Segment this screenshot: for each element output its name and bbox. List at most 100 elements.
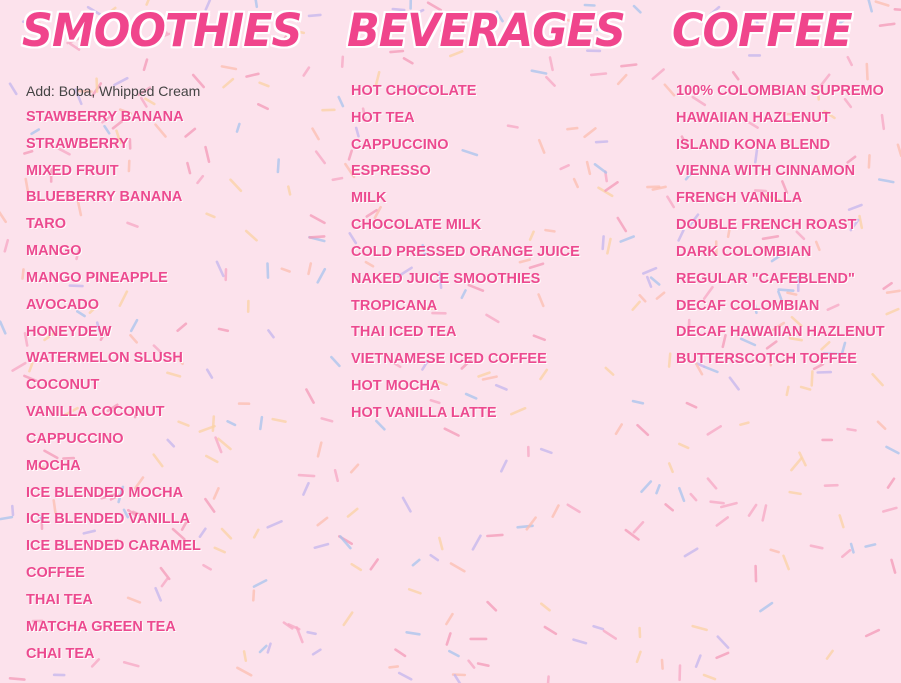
smoothie-item[interactable]: ICE BLENDED CARAMEL: [26, 536, 201, 563]
sprinkle: [256, 103, 270, 111]
smoothie-item[interactable]: THAI TEA: [26, 590, 201, 617]
sprinkle: [667, 352, 672, 368]
smoothie-item[interactable]: BLUEBERRY BANANA: [26, 187, 201, 214]
sprinkle: [397, 671, 413, 681]
coffee-item[interactable]: DARK COLOMBIAN: [676, 242, 885, 269]
smoothie-item[interactable]: STAWBERRY BANANA: [26, 107, 201, 134]
sprinkle: [715, 516, 730, 527]
sprinkle: [401, 496, 412, 513]
sprinkle: [731, 71, 740, 81]
smoothie-item[interactable]: COFFEE: [26, 563, 201, 590]
sprinkle: [685, 401, 698, 409]
sprinkle: [616, 73, 628, 86]
sprinkle: [212, 486, 220, 500]
sprinkle: [677, 442, 690, 450]
sprinkle: [340, 55, 345, 68]
sprinkle: [346, 507, 359, 518]
sprinkle: [235, 122, 241, 133]
smoothie-item[interactable]: VANILLA COCONUT: [26, 402, 201, 429]
sprinkle: [655, 291, 666, 300]
beverage-item[interactable]: COLD PRESSED ORANGE JUICE: [351, 242, 580, 269]
beverage-item[interactable]: HOT TEA: [351, 108, 580, 135]
sprinkle: [0, 515, 14, 521]
sprinkle: [220, 527, 233, 540]
sprinkle: [706, 477, 718, 490]
sprinkle: [331, 176, 344, 182]
coffee-item[interactable]: 100% COLOMBIAN SUPREMO: [676, 81, 885, 108]
beverage-item[interactable]: CAPPUCCINO: [351, 135, 580, 162]
sprinkle: [258, 644, 268, 654]
smoothie-item[interactable]: MIXED FRUIT: [26, 161, 201, 188]
beverages-heading: BEVERAGES: [347, 5, 626, 58]
sprinkle: [525, 516, 537, 531]
coffee-item[interactable]: DOUBLE FRENCH ROAST: [676, 215, 885, 242]
coffee-item[interactable]: HAWAIIAN HAZLENUT: [676, 108, 885, 135]
sprinkle: [543, 625, 558, 636]
coffee-item[interactable]: DECAF HAWAIIAN HAZLENUT: [676, 322, 885, 349]
coffee-item[interactable]: BUTTERSCOTCH TOFFEE: [676, 349, 885, 376]
smoothie-item[interactable]: TARO: [26, 214, 201, 241]
sprinkle: [330, 355, 341, 368]
smoothie-item[interactable]: AVOCADO: [26, 295, 201, 322]
beverage-item[interactable]: CHOCOLATE MILK: [351, 215, 580, 242]
beverage-item[interactable]: NAKED JUICE SMOOTHIES: [351, 269, 580, 296]
sprinkle: [691, 624, 708, 632]
smoothie-item[interactable]: MANGO PINEAPPLE: [26, 268, 201, 295]
smoothie-item[interactable]: MOCHA: [26, 456, 201, 483]
sprinkle: [769, 548, 780, 554]
sprinkle: [226, 419, 237, 427]
sprinkle: [619, 235, 636, 243]
coffee-item[interactable]: ISLAND KONA BLEND: [676, 135, 885, 162]
sprinkle: [499, 459, 508, 473]
beverage-item[interactable]: ESPRESSO: [351, 161, 580, 188]
smoothie-item[interactable]: ICE BLENDED VANILLA: [26, 509, 201, 536]
beverage-item[interactable]: HOT MOCHA: [351, 376, 580, 403]
smoothie-item[interactable]: STRAWBERRY: [26, 134, 201, 161]
smoothies-list: STAWBERRY BANANA STRAWBERRY MIXED FRUIT BLU…: [26, 107, 201, 670]
beverage-item[interactable]: TROPICANA: [351, 296, 580, 323]
sprinkle: [411, 558, 421, 567]
sprinkle: [551, 504, 560, 518]
beverage-item[interactable]: HOT VANILLA LATTE: [351, 403, 580, 430]
smoothie-item[interactable]: WATERMELON SLUSH: [26, 348, 201, 375]
sprinkle: [486, 533, 504, 538]
sprinkle: [640, 480, 653, 494]
sprinkle: [204, 497, 216, 513]
smoothie-item[interactable]: MANGO: [26, 241, 201, 268]
smoothie-item[interactable]: CAPPUCCINO: [26, 429, 201, 456]
sprinkle: [429, 553, 440, 562]
sprinkle: [445, 632, 452, 646]
coffee-item[interactable]: VIENNA WITH CINNAMON: [676, 161, 885, 188]
sprinkle: [747, 503, 758, 517]
sprinkle: [601, 235, 605, 251]
sprinkle: [467, 659, 476, 669]
smoothies-add-ons-note: Add: Boba, Whipped Cream: [26, 83, 201, 99]
smoothie-item[interactable]: CHAI TEA: [26, 644, 201, 671]
sprinkle: [244, 229, 258, 242]
sprinkle: [589, 72, 608, 77]
sprinkle: [314, 150, 327, 165]
beverage-item[interactable]: MILK: [351, 188, 580, 215]
sprinkle: [716, 635, 730, 649]
sprinkle: [572, 638, 588, 645]
smoothie-item[interactable]: COCONUT: [26, 375, 201, 402]
smoothie-item[interactable]: ICE BLENDED MOCHA: [26, 483, 201, 510]
sprinkle: [867, 0, 874, 13]
sprinkle: [202, 563, 212, 571]
sprinkle: [632, 4, 642, 14]
sprinkle: [666, 195, 676, 209]
sprinkle: [876, 420, 887, 431]
sprinkle: [266, 262, 270, 279]
sprinkle: [882, 281, 893, 291]
sprinkle: [316, 516, 329, 527]
beverage-item[interactable]: VIETNAMESE ICED COFFEE: [351, 349, 580, 376]
beverage-item[interactable]: HOT CHOCOLATE: [351, 81, 580, 108]
smoothie-item[interactable]: HONEYDEW: [26, 322, 201, 349]
coffee-item[interactable]: REGULAR "CAFEBLEND": [676, 269, 885, 296]
smoothie-item[interactable]: MATCHA GREEN TEA: [26, 617, 201, 644]
sprinkle: [453, 673, 462, 683]
beverage-item[interactable]: THAI ICED TEA: [351, 322, 580, 349]
sprinkle: [788, 490, 802, 496]
coffee-item[interactable]: FRENCH VANILLA: [676, 188, 885, 215]
coffee-item[interactable]: DECAF COLOMBIAN: [676, 296, 885, 323]
